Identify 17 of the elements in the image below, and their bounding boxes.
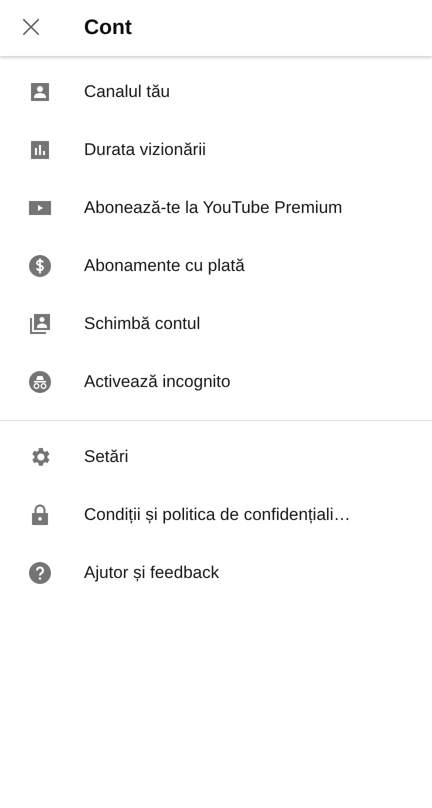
person-icon bbox=[28, 80, 52, 104]
menu-item[interactable]: Abonamente cu plată bbox=[0, 237, 432, 295]
menu-item[interactable]: Schimbă contul bbox=[0, 295, 432, 353]
page-title: Cont bbox=[84, 16, 132, 40]
close-button[interactable]: × bbox=[0, 0, 62, 56]
menu-item[interactable]: Canalul tău bbox=[0, 63, 432, 121]
menu-item[interactable]: Ajutor și feedback bbox=[0, 544, 432, 602]
menu-item[interactable]: Setări bbox=[0, 428, 432, 486]
menu-item[interactable]: Durata vizionării bbox=[0, 121, 432, 179]
menu-item[interactable]: Condiții și politica de confidențiali… bbox=[0, 486, 432, 544]
help-icon bbox=[28, 561, 52, 585]
incognito-icon bbox=[28, 370, 52, 394]
bars-icon bbox=[28, 138, 52, 162]
dollar-icon bbox=[28, 254, 52, 278]
menu-item[interactable]: Activează incognito bbox=[0, 353, 432, 411]
accounts-icon bbox=[28, 312, 52, 336]
menu-item[interactable]: Abonează-te la YouTube Premium bbox=[0, 179, 432, 237]
